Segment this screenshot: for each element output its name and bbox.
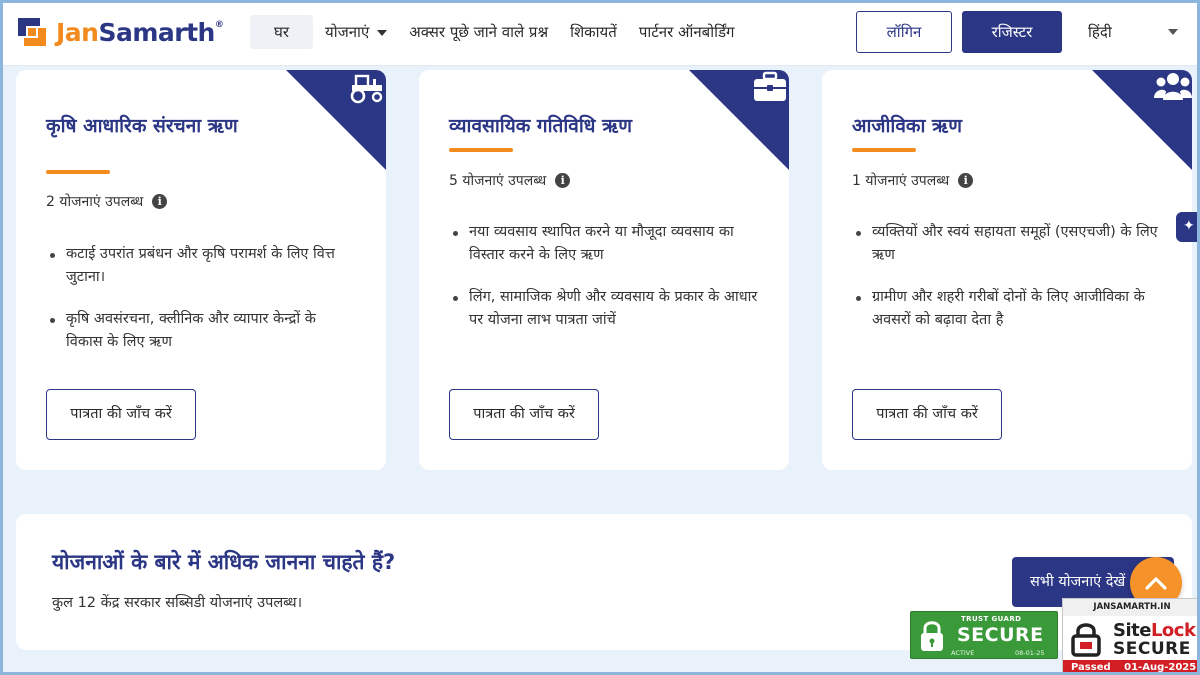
side-widget-tab[interactable]: ✦ [1176, 212, 1200, 242]
scheme-count-text: 5 योजनाएं उपलब्ध [449, 173, 547, 189]
jansamarth-logo[interactable]: JanSamarth® [14, 9, 224, 55]
nav-faq[interactable]: अक्सर पूछे जाने वाले प्रश्न [409, 15, 548, 49]
scheme-count: 5 योजनाएं उपलब्ध i [449, 171, 571, 190]
padlock-icon [1071, 623, 1101, 657]
briefcase-icon [754, 71, 786, 101]
scheme-count-text: 1 योजनाएं उपलब्ध [852, 173, 950, 189]
card-feature-list: नया व्यवसाय स्थापित करने या मौजूदा व्यवस… [453, 221, 758, 351]
card-title: व्यावसायिक गतिविधि ऋण [449, 115, 633, 137]
card-feature-list: कटाई उपरांत प्रबंधन और कृषि परामर्श के ल… [50, 243, 355, 373]
sitelock-passed-date: 01-Aug-2025 [1124, 662, 1197, 673]
nav-schemes-dropdown[interactable]: योजनाएं [325, 15, 388, 49]
language-select[interactable]: हिंदी [1088, 11, 1180, 53]
scheme-card-agri-infra: कृषि आधारिक संरचना ऋण 2 योजनाएं उपलब्ध i… [16, 70, 386, 470]
scheme-count: 1 योजनाएं उपलब्ध i [852, 171, 974, 190]
chevron-up-icon [1145, 577, 1167, 590]
tractor-icon [350, 74, 383, 104]
list-item: ग्रामीण और शहरी गरीबों दोनों के लिए आजीव… [856, 286, 1161, 332]
sitelock-passed-bar: Passed 01-Aug-2025 [1063, 660, 1199, 674]
check-eligibility-button[interactable]: पात्रता की जाँच करें [449, 389, 599, 440]
card-title: कृषि आधारिक संरचना ऋण [46, 115, 238, 137]
logo-word-samarth: Samarth [98, 17, 215, 47]
language-select-value: हिंदी [1088, 23, 1112, 41]
nav-home[interactable]: घर [250, 15, 314, 49]
title-underline [46, 170, 110, 174]
list-item: नया व्यवसाय स्थापित करने या मौजूदा व्यवस… [453, 221, 758, 267]
trust-guard-seal[interactable]: TRUST GUARD SECURE ACTIVE 08-01-25 [910, 611, 1058, 659]
info-icon[interactable]: i [958, 173, 974, 188]
chevron-down-icon [1168, 29, 1178, 35]
sitelock-brand-site: Site [1113, 620, 1151, 641]
trust-guard-date: 08-01-25 [1015, 649, 1045, 657]
info-icon[interactable]: i [555, 173, 571, 188]
card-feature-list: व्यक्तियों और स्वयं सहायता समूहों (एसएचज… [856, 221, 1161, 351]
check-eligibility-button[interactable]: पात्रता की जाँच करें [46, 389, 196, 440]
jansamarth-logo-mark-icon [14, 12, 50, 52]
list-item: कृषि अवसंरचना, क्लीनिक और व्यापार केन्द्… [50, 308, 355, 354]
trust-guard-label: TRUST GUARD [961, 615, 1022, 623]
check-eligibility-button[interactable]: पात्रता की जाँच करें [852, 389, 1002, 440]
chevron-down-icon [377, 29, 388, 36]
sitelock-domain: JANSAMARTH.IN [1063, 599, 1199, 616]
scheme-card-livelihood: आजीविका ऋण 1 योजनाएं उपलब्ध i व्यक्तियों… [822, 70, 1192, 470]
sitelock-brand: SiteLock [1113, 620, 1196, 641]
card-corner-ribbon [1092, 70, 1192, 170]
scheme-count: 2 योजनाएं उपलब्ध i [46, 192, 168, 211]
section-subtitle: कुल 12 केंद्र सरकार सब्सिडी योजनाएं उपलब… [52, 595, 303, 611]
top-navbar: JanSamarth® घर योजनाएं अक्सर पूछे जाने व… [0, 0, 1200, 66]
nav-partner-onboarding[interactable]: पार्टनर ऑनबोर्डिंग [639, 15, 735, 49]
list-item: लिंग, सामाजिक श्रेणी और व्यवसाय के प्रका… [453, 286, 758, 332]
list-item: कटाई उपरांत प्रबंधन और कृषि परामर्श के ल… [50, 243, 355, 289]
title-underline [852, 148, 916, 152]
people-group-icon [1154, 73, 1192, 100]
trust-guard-status: ACTIVE [951, 649, 975, 657]
trademark-symbol: ® [214, 19, 224, 30]
title-underline [449, 148, 513, 152]
logo-word-jan: Jan [56, 17, 99, 47]
sitelock-brand-lock: Lock [1150, 620, 1196, 641]
nav-complaints[interactable]: शिकायतें [570, 15, 617, 49]
nav-schemes-label: योजनाएं [325, 23, 370, 41]
section-title: योजनाओं के बारे में अधिक जानना चाहते हैं… [52, 550, 396, 574]
register-button[interactable]: रजिस्टर [962, 11, 1062, 53]
login-button[interactable]: लॉगिन [856, 11, 952, 53]
list-item: व्यक्तियों और स्वयं सहायता समूहों (एसएचज… [856, 221, 1161, 267]
sitelock-secure: SECURE [1113, 639, 1191, 659]
scheme-card-business-activity: व्यावसायिक गतिविधि ऋण 5 योजनाएं उपलब्ध i… [419, 70, 789, 470]
sparkle-icon: ✦ [1183, 218, 1195, 234]
padlock-icon [921, 621, 943, 651]
main-nav: घर योजनाएं अक्सर पूछे जाने वाले प्रश्न श… [250, 15, 756, 49]
card-title: आजीविका ऋण [852, 115, 962, 137]
card-corner-ribbon [689, 70, 789, 170]
sitelock-passed-label: Passed [1071, 662, 1111, 673]
sitelock-seal[interactable]: JANSAMARTH.IN SiteLock SECURE Passed 01-… [1062, 598, 1200, 675]
trust-guard-secure: SECURE [957, 624, 1044, 646]
logo-wordmark: JanSamarth® [56, 17, 224, 47]
card-corner-ribbon [286, 70, 386, 170]
info-icon[interactable]: i [152, 194, 168, 209]
scheme-count-text: 2 योजनाएं उपलब्ध [46, 194, 144, 210]
